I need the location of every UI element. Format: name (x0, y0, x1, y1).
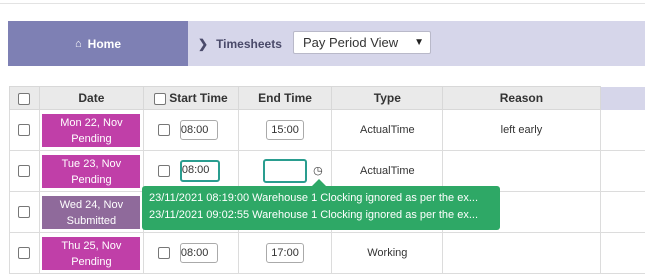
breadcrumb: ⌂ Home ❯ Timesheets Pay Period View ▼ (8, 21, 645, 66)
date-header: Date (38, 86, 144, 110)
end-time-header: End Time (237, 86, 333, 110)
end-time-input[interactable]: 17:00 (266, 243, 305, 263)
end-time-cell: 17:00 (237, 232, 333, 274)
status-text: Pending (71, 255, 112, 268)
row-checkbox[interactable] (18, 247, 31, 260)
home-icon: ⌂ (75, 37, 82, 50)
start-time-header: Start Time (142, 86, 239, 110)
chevron-down-icon: ▼ (414, 37, 424, 48)
row-select-cell (9, 191, 40, 233)
row-select-cell (9, 150, 40, 192)
date-text: Mon 22, Nov (60, 116, 123, 129)
extra-cell (600, 150, 645, 192)
extra-header (600, 86, 645, 110)
top-divider (0, 0, 645, 4)
extra-cell (600, 109, 645, 151)
breadcrumb-home-link[interactable]: ⌂ Home (8, 21, 188, 66)
tooltip-line: 23/11/2021 08:19:00 Warehouse 1 Clocking… (149, 192, 478, 204)
select-all-header (9, 86, 40, 110)
date-badge[interactable]: Mon 22, Nov Pending (42, 113, 141, 147)
timesheets-label: Timesheets (216, 36, 282, 51)
breadcrumb-timesheets[interactable]: ❯ Timesheets (198, 21, 282, 66)
row-checkbox[interactable] (18, 165, 31, 178)
reason-cell: left early (442, 109, 601, 151)
row-select-cell (9, 232, 40, 274)
start-time-checkbox[interactable] (157, 124, 170, 136)
status-text: Submitted (66, 214, 117, 227)
type-cell: ActualTime (331, 109, 444, 151)
chevron-right-icon: ❯ (198, 36, 209, 51)
start-time-input[interactable]: 08:00 (179, 160, 220, 182)
start-time-checkbox[interactable] (157, 247, 170, 259)
home-label: Home (87, 36, 121, 51)
end-time-input[interactable] (263, 159, 308, 183)
end-time-input[interactable]: 15:00 (266, 120, 305, 140)
reason-header: Reason (442, 86, 601, 110)
reason-cell (442, 232, 601, 274)
table-header-row: Date Start Time End Time Type Reason (9, 86, 645, 110)
start-time-input[interactable]: 08:00 (179, 120, 218, 140)
row-select-cell (9, 109, 40, 151)
date-cell: Wed 24, Nov Submitted (38, 191, 144, 233)
start-time-header-label: Start Time (169, 91, 228, 105)
tooltip-tail (312, 179, 326, 186)
view-select-value: Pay Period View (303, 35, 399, 50)
extra-cell (600, 191, 645, 233)
date-text: Wed 24, Nov (59, 198, 124, 211)
tooltip-line: 23/11/2021 09:02:55 Warehouse 1 Clocking… (149, 209, 478, 221)
row-checkbox[interactable] (18, 124, 31, 137)
date-text: Tue 23, Nov (61, 157, 122, 170)
view-select[interactable]: Pay Period View ▼ (293, 31, 431, 54)
start-time-checkbox[interactable] (157, 165, 170, 177)
date-text: Thu 25, Nov (61, 239, 122, 252)
status-text: Pending (71, 173, 112, 186)
table-row: Mon 22, Nov Pending 08:00 15:00 ActualTi… (9, 109, 645, 151)
select-all-checkbox[interactable] (18, 92, 31, 105)
clocking-tooltip: 23/11/2021 08:19:00 Warehouse 1 Clocking… (142, 179, 500, 230)
date-cell: Thu 25, Nov Pending (38, 232, 144, 274)
row-checkbox[interactable] (18, 206, 31, 219)
end-time-wrap: ◷ (263, 159, 323, 183)
start-time-all-checkbox[interactable] (153, 92, 166, 105)
end-time-cell: 15:00 (237, 109, 333, 151)
date-badge[interactable]: Thu 25, Nov Pending (42, 236, 141, 270)
clock-icon[interactable]: ◷ (313, 164, 323, 177)
date-cell: Mon 22, Nov Pending (38, 109, 144, 151)
date-badge[interactable]: Wed 24, Nov Submitted (42, 195, 141, 229)
timesheet-table: Date Start Time End Time Type Reason Mon… (9, 86, 645, 274)
date-cell: Tue 23, Nov Pending (38, 150, 144, 192)
type-header: Type (331, 86, 444, 110)
table-row: Thu 25, Nov Pending 08:00 17:00 Working (9, 232, 645, 274)
status-text: Pending (71, 132, 112, 145)
start-time-input[interactable]: 08:00 (179, 243, 218, 263)
type-cell: Working (331, 232, 444, 274)
extra-cell (600, 232, 645, 274)
date-badge[interactable]: Tue 23, Nov Pending (42, 154, 141, 188)
start-time-cell: 08:00 (142, 232, 239, 274)
start-time-cell: 08:00 (142, 109, 239, 151)
